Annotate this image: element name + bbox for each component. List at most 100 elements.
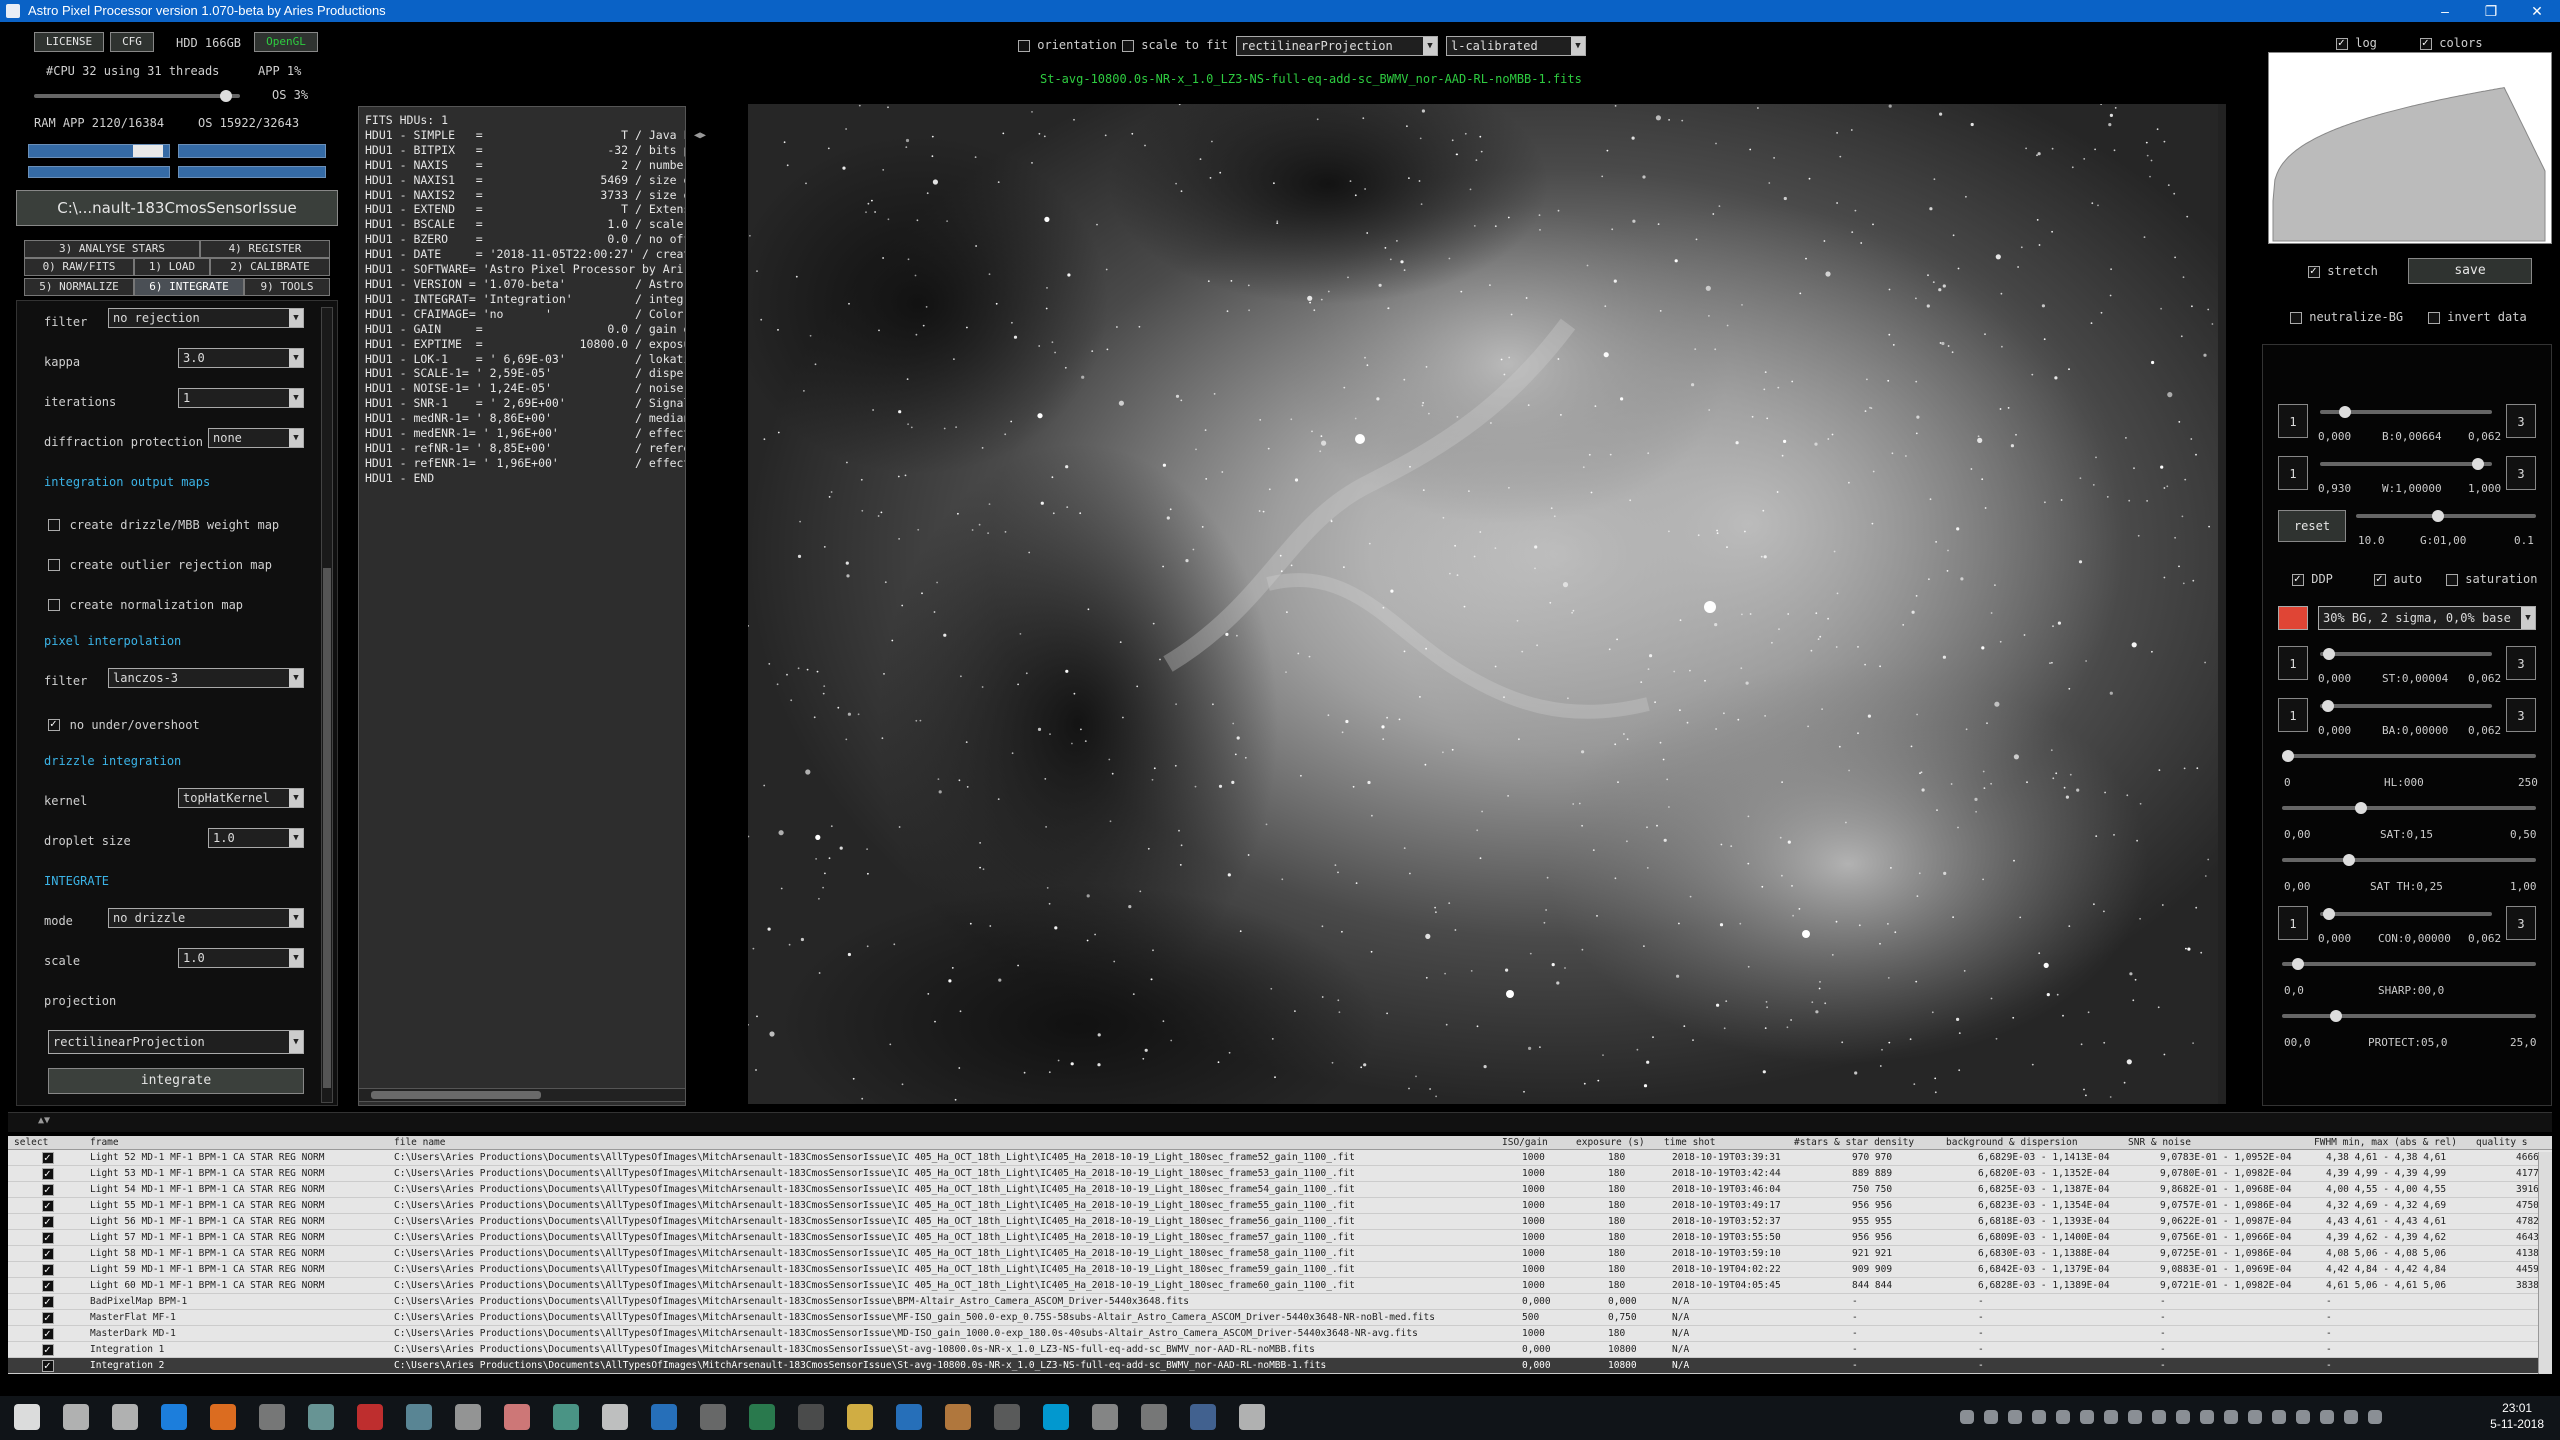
- tray-icon[interactable]: [2080, 1410, 2094, 1424]
- tray-icon[interactable]: [1984, 1410, 1998, 1424]
- stretch-checkbox[interactable]: stretch: [2308, 264, 2378, 278]
- invert-data-checkbox[interactable]: invert data: [2428, 310, 2527, 324]
- tab-calibrate[interactable]: 2) CALIBRATE: [210, 258, 330, 276]
- skype-icon[interactable]: [1043, 1404, 1069, 1430]
- sat-slider[interactable]: [2282, 802, 2536, 814]
- row-select-checkbox[interactable]: [42, 1294, 54, 1310]
- col-exposure[interactable]: exposure (s): [1576, 1136, 1645, 1150]
- w-slider[interactable]: [2320, 458, 2492, 470]
- fits-header-hscrollbar[interactable]: [358, 1088, 686, 1102]
- neutralize-bg-checkbox[interactable]: neutralize-BG: [2290, 310, 2403, 324]
- b-slider[interactable]: [2320, 406, 2492, 418]
- table-row[interactable]: MasterDark MD-1 C:\Users\Aries Production…: [8, 1326, 2552, 1342]
- save-button[interactable]: save: [2408, 258, 2532, 284]
- table-row[interactable]: Integration 2 C:\Users\Aries Productions\…: [8, 1358, 2552, 1374]
- task-view-icon[interactable]: [112, 1404, 138, 1430]
- no-overshoot-checkbox[interactable]: no under/overshoot: [48, 714, 200, 733]
- viewer-projection-select[interactable]: rectilinearProjection ▼: [1236, 36, 1438, 56]
- protect-slider-knob[interactable]: [2330, 1010, 2342, 1022]
- tray-icon[interactable]: [2344, 1410, 2358, 1424]
- close-button[interactable]: ✕: [2514, 0, 2560, 22]
- normalization-map-checkbox[interactable]: create normalization map: [48, 594, 243, 613]
- col-snr[interactable]: SNR & noise: [2128, 1136, 2191, 1150]
- table-row[interactable]: Light 59 MD-1 MF-1 BPM-1 CA STAR REG NOR…: [8, 1262, 2552, 1278]
- g-slider[interactable]: [2356, 510, 2536, 522]
- app-icon-11[interactable]: [1092, 1404, 1118, 1430]
- w-slider-knob[interactable]: [2472, 458, 2484, 470]
- app-icon-12[interactable]: [1141, 1404, 1167, 1430]
- taskbar-clock[interactable]: 23:01 5-11-2018: [2490, 1400, 2544, 1432]
- row-select-checkbox[interactable]: [42, 1262, 54, 1278]
- sharp-slider-knob[interactable]: [2292, 958, 2304, 970]
- cfg-button[interactable]: CFG: [110, 32, 154, 52]
- sat-th-slider[interactable]: [2282, 854, 2536, 866]
- tray-icon[interactable]: [2248, 1410, 2262, 1424]
- saturation-checkbox[interactable]: saturation: [2446, 572, 2537, 586]
- row-select-checkbox[interactable]: [42, 1230, 54, 1246]
- stretch-color-swatch[interactable]: [2278, 606, 2308, 630]
- integrate-button[interactable]: integrate: [48, 1068, 304, 1094]
- image-viewer[interactable]: [748, 104, 2218, 1104]
- interp-filter-select[interactable]: lanczos-3 ▼: [108, 668, 304, 688]
- app-icon-8[interactable]: [700, 1404, 726, 1430]
- droplet-size-select[interactable]: 1.0 ▼: [208, 828, 304, 848]
- tray-icon[interactable]: [2128, 1410, 2142, 1424]
- tray-icon[interactable]: [2224, 1410, 2238, 1424]
- excel-icon[interactable]: [749, 1404, 775, 1430]
- log-checkbox[interactable]: log: [2336, 36, 2377, 50]
- sat-slider-knob[interactable]: [2355, 802, 2367, 814]
- sat-th-slider-knob[interactable]: [2343, 854, 2355, 866]
- kernel-select[interactable]: topHatKernel ▼: [178, 788, 304, 808]
- col-time-shot[interactable]: time shot: [1664, 1136, 1715, 1150]
- tab-integrate[interactable]: 6) INTEGRATE: [134, 278, 244, 296]
- ba-slider-knob[interactable]: [2322, 700, 2334, 712]
- row-select-checkbox[interactable]: [42, 1246, 54, 1262]
- tray-icon[interactable]: [2152, 1410, 2166, 1424]
- app-icon-4[interactable]: [455, 1404, 481, 1430]
- col-iso[interactable]: ISO/gain: [1502, 1136, 1548, 1150]
- protect-slider[interactable]: [2282, 1010, 2536, 1022]
- search-icon[interactable]: [63, 1404, 89, 1430]
- col-fwhm[interactable]: FWHM min, max (abs & rel): [2314, 1136, 2457, 1150]
- stretch-preset-select[interactable]: 30% BG, 2 sigma, 0,0% base ▼: [2318, 606, 2536, 630]
- file-list-splitter[interactable]: ▲▼: [8, 1112, 2552, 1132]
- app-icon-5[interactable]: [504, 1404, 530, 1430]
- app-icon-2[interactable]: [308, 1404, 334, 1430]
- cpu-threads-knob[interactable]: [220, 90, 232, 102]
- cpu-threads-slider[interactable]: [34, 90, 240, 102]
- reset-button[interactable]: reset: [2278, 510, 2346, 542]
- filezilla-icon[interactable]: [357, 1404, 383, 1430]
- outlook2-icon[interactable]: [896, 1404, 922, 1430]
- minimize-button[interactable]: –: [2422, 0, 2468, 22]
- col-background[interactable]: background & dispersion: [1946, 1136, 2078, 1150]
- col-file-name[interactable]: file name: [394, 1136, 445, 1150]
- integrate-panel-scrollbar[interactable]: [321, 307, 333, 1103]
- table-row[interactable]: MasterFlat MF-1 C:\Users\Aries Production…: [8, 1310, 2552, 1326]
- tray-icon[interactable]: [2200, 1410, 2214, 1424]
- edge-icon[interactable]: [161, 1404, 187, 1430]
- table-row[interactable]: Light 60 MD-1 MF-1 BPM-1 CA STAR REG NOR…: [8, 1278, 2552, 1294]
- orientation-checkbox[interactable]: orientation: [1018, 38, 1117, 52]
- tab-tools[interactable]: 9) TOOLS: [244, 278, 330, 296]
- row-select-checkbox[interactable]: [42, 1326, 54, 1342]
- row-select-checkbox[interactable]: [42, 1310, 54, 1326]
- b-slider-knob[interactable]: [2339, 406, 2351, 418]
- w-step-left-button[interactable]: 1: [2278, 456, 2308, 490]
- tab-raw-fits[interactable]: 0) RAW/FITS: [24, 258, 134, 276]
- app-icon-13[interactable]: [1239, 1404, 1265, 1430]
- colors-checkbox[interactable]: colors: [2420, 36, 2483, 50]
- ba-step-right-button[interactable]: 3: [2506, 698, 2536, 732]
- tray-icon[interactable]: [2272, 1410, 2286, 1424]
- table-row[interactable]: Light 57 MD-1 MF-1 BPM-1 CA STAR REG NOR…: [8, 1230, 2552, 1246]
- explorer-icon[interactable]: [847, 1404, 873, 1430]
- tab-analyse-stars[interactable]: 3) ANALYSE STARS: [24, 240, 200, 258]
- 7zip-icon[interactable]: [798, 1404, 824, 1430]
- row-select-checkbox[interactable]: [42, 1342, 54, 1358]
- tray-icon[interactable]: [2032, 1410, 2046, 1424]
- calibration-select[interactable]: l-calibrated ▼: [1446, 36, 1586, 56]
- con-step-left-button[interactable]: 1: [2278, 906, 2308, 940]
- iterations-select[interactable]: 1 ▼: [178, 388, 304, 408]
- table-row[interactable]: Light 56 MD-1 MF-1 BPM-1 CA STAR REG NOR…: [8, 1214, 2552, 1230]
- outlier-map-checkbox[interactable]: create outlier rejection map: [48, 554, 272, 573]
- app-icon-9[interactable]: [945, 1404, 971, 1430]
